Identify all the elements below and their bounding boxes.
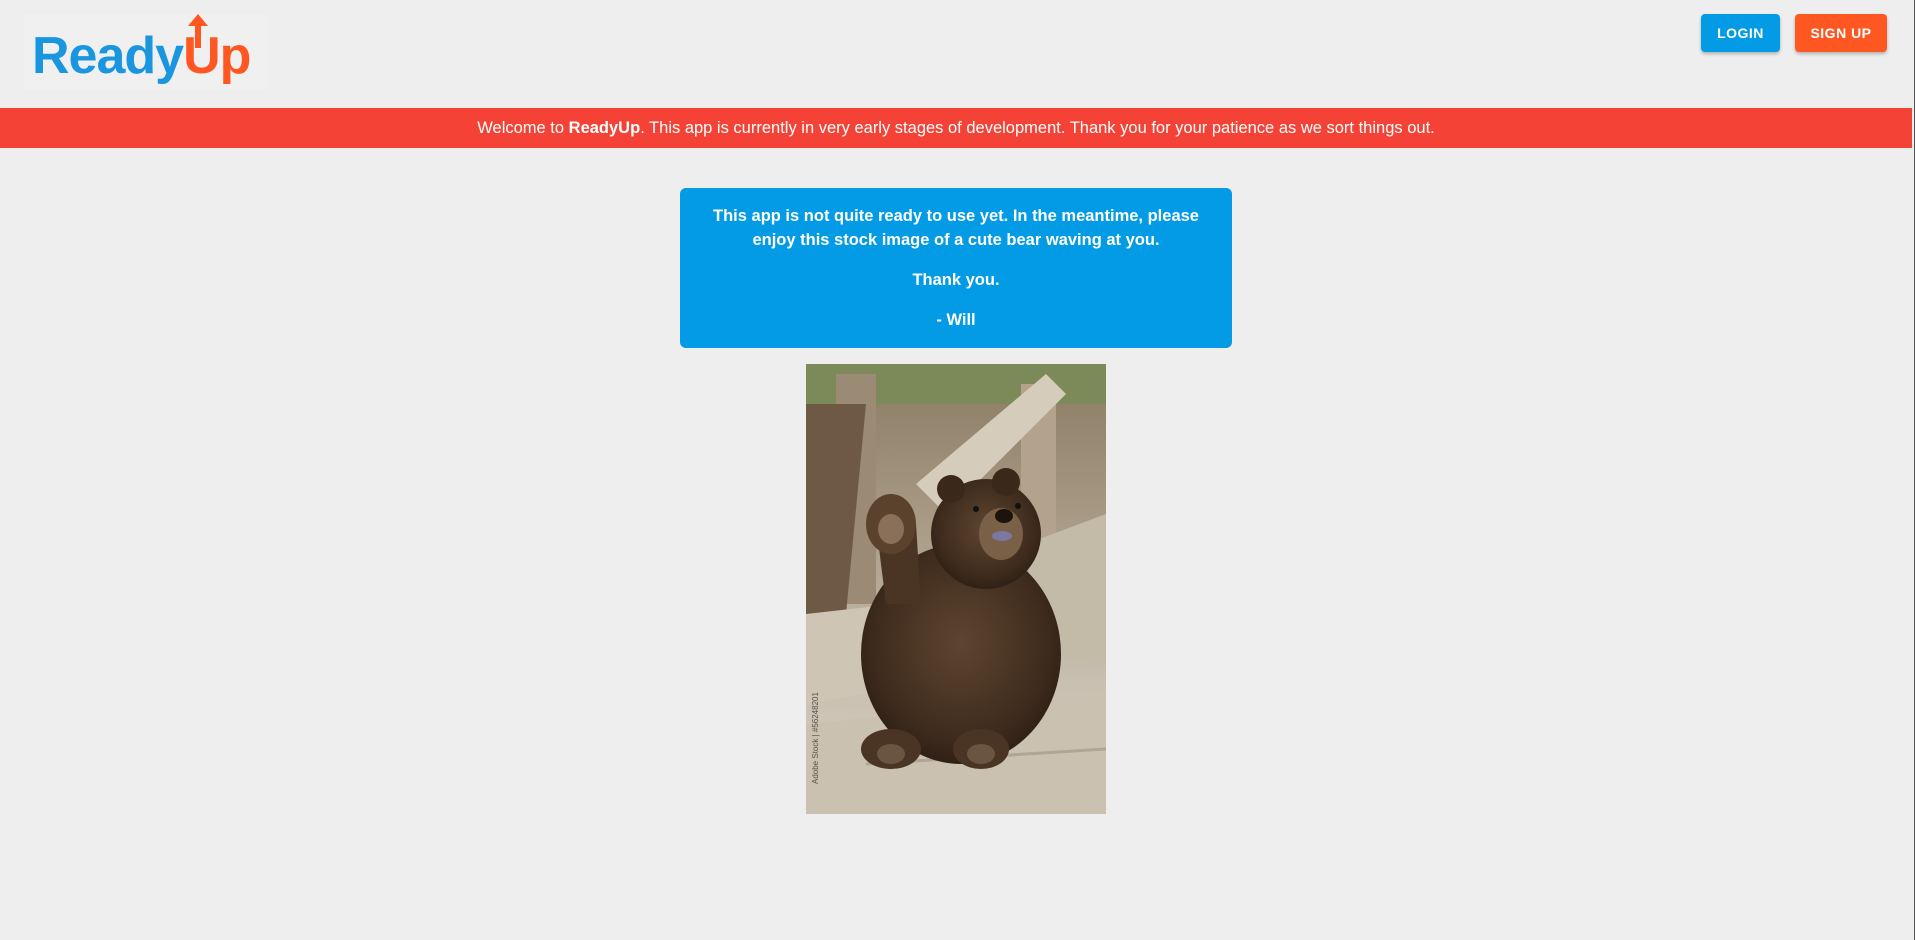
image-watermark: Adobe Stock | #56248201 bbox=[811, 692, 820, 784]
header: ReadyUp LOGIN SIGN UP bbox=[0, 0, 1912, 108]
login-button[interactable]: LOGIN bbox=[1701, 14, 1780, 52]
message-signature: - Will bbox=[936, 311, 976, 329]
message-card: This app is not quite ready to use yet. … bbox=[680, 188, 1232, 348]
logo[interactable]: ReadyUp bbox=[24, 14, 268, 90]
logo-text: ReadyUp bbox=[32, 27, 251, 85]
signup-button[interactable]: SIGN UP bbox=[1795, 14, 1887, 52]
bear-image: Adobe Stock | #56248201 bbox=[806, 364, 1106, 814]
banner-suffix: . This app is currently in very early st… bbox=[640, 118, 1435, 137]
banner-brand: ReadyUp bbox=[568, 118, 641, 137]
up-arrow-icon bbox=[188, 14, 208, 48]
message-text: This app is not quite ready to use yet. … bbox=[713, 207, 1199, 249]
bear-photo: Adobe Stock | #56248201 bbox=[806, 364, 1106, 814]
welcome-banner: Welcome to ReadyUp. This app is currentl… bbox=[0, 108, 1912, 148]
logo-ready: Ready bbox=[32, 27, 184, 85]
banner-prefix: Welcome to bbox=[477, 118, 569, 137]
message-thanks: Thank you. bbox=[912, 271, 1000, 289]
